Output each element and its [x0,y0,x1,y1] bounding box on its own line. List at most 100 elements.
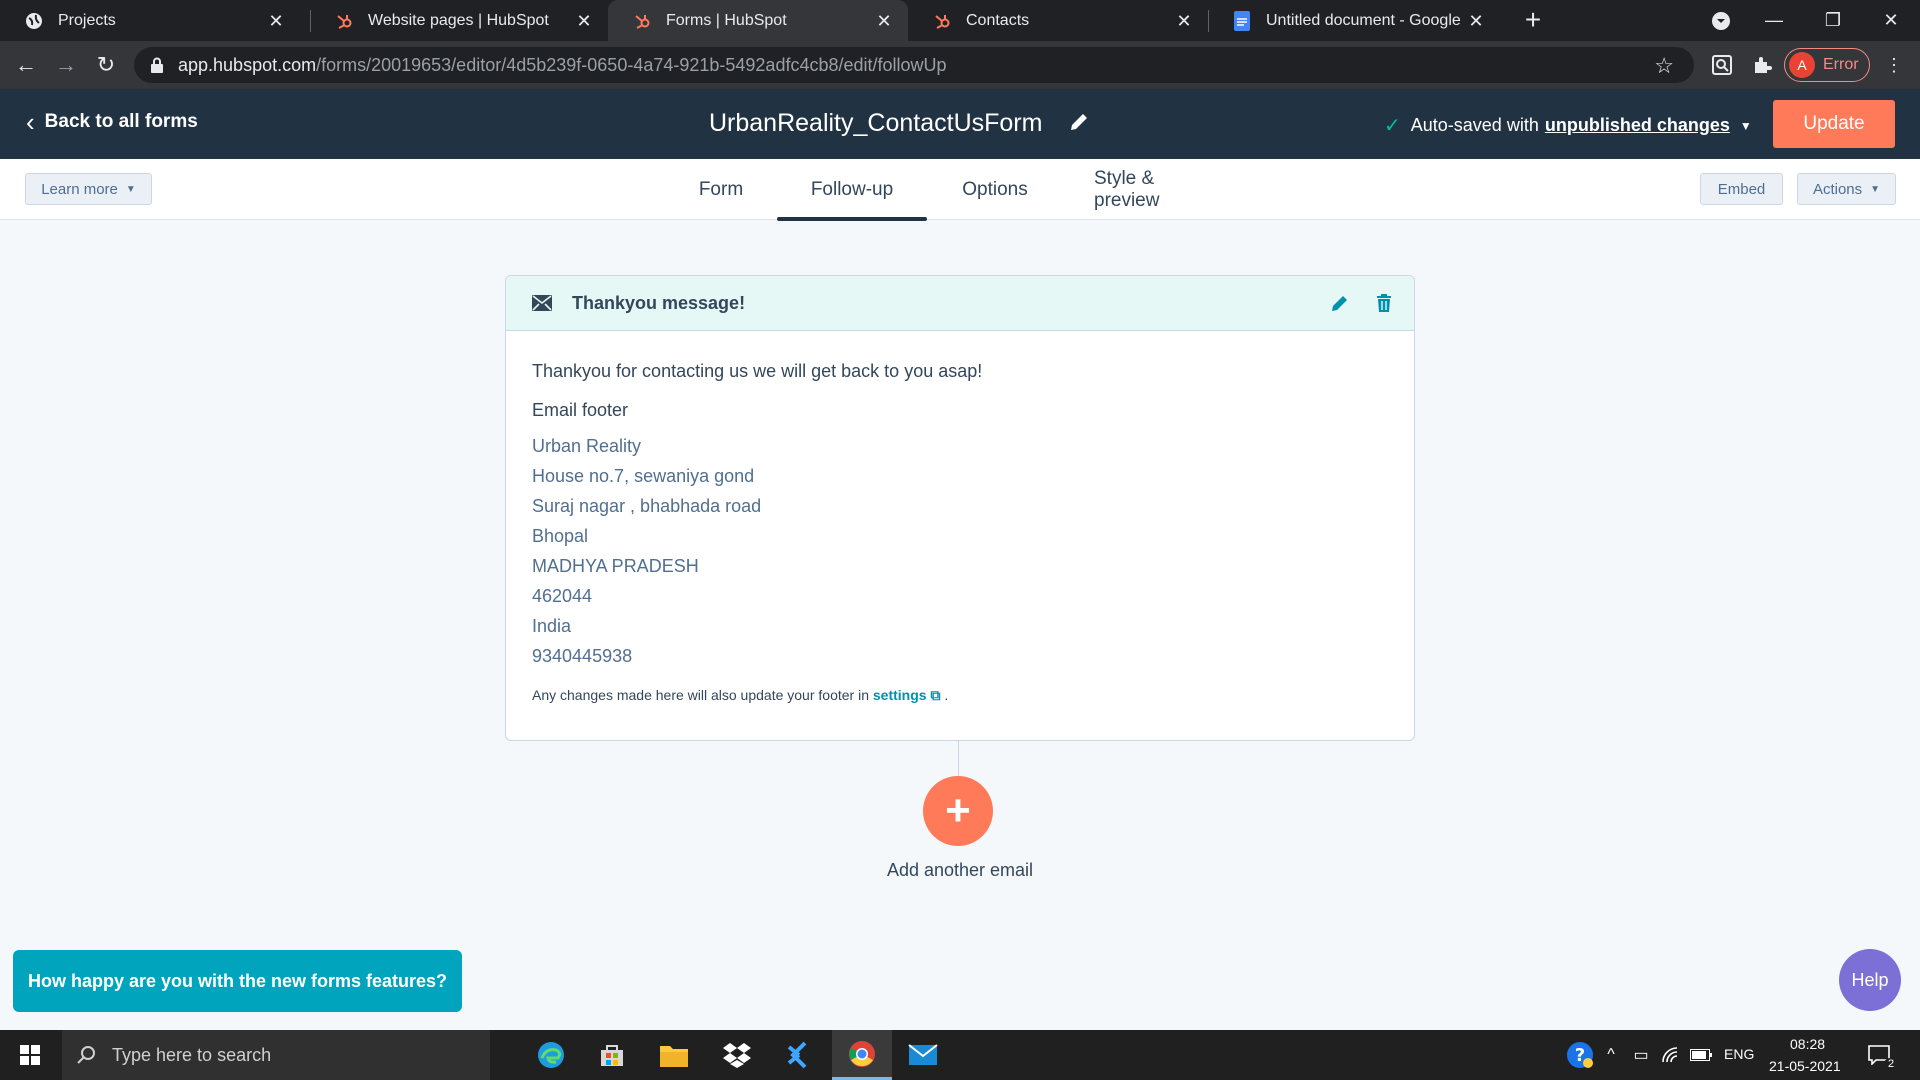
browser-tab-contacts[interactable]: Contacts ✕ [908,0,1208,41]
footer-line: 9340445938 [532,646,633,666]
plus-icon: + [945,786,971,835]
puzzle-extensions-icon[interactable] [1748,51,1776,79]
microsoft-store-icon[interactable] [582,1030,642,1080]
profile-button[interactable]: A Error [1784,48,1870,82]
close-icon[interactable]: ✕ [1174,11,1194,31]
form-editor-header: ‹ Back to all forms UrbanReality_Contact… [0,89,1920,159]
add-another-email-label[interactable]: Add another email [858,860,1062,881]
email-footer-heading: Email footer [532,400,629,420]
learn-more-dropdown[interactable]: Learn more ▼ [25,173,152,205]
hubspot-icon [632,11,652,31]
address-bar[interactable]: app.hubspot.com/forms/20019653/editor/4d… [134,47,1694,83]
chevron-left-icon: ‹ [26,107,35,137]
help-tips-icon[interactable]: ? [1565,1040,1595,1070]
restore-icon[interactable]: ❐ [1808,0,1858,41]
close-icon[interactable]: ✕ [266,11,286,31]
caret-down-icon: ▼ [125,183,136,195]
wifi-icon[interactable] [1660,1044,1682,1066]
device-icon[interactable]: ▭ [1630,1044,1652,1066]
close-icon[interactable]: ✕ [1466,11,1486,31]
unpublished-changes-link[interactable]: unpublished changes [1545,115,1730,136]
browser-tabstrip: Projects ✕ Website pages | HubSpot ✕ For… [0,0,1920,41]
autosave-status[interactable]: ✓ Auto-saved with unpublished changes ▼ [1384,113,1752,138]
autosave-prefix: Auto-saved with [1410,115,1539,135]
windows-start-icon[interactable] [0,1030,60,1080]
url-path: /forms/20019653/editor/4d5b239f-0650-4a7… [316,54,947,75]
email-card-header: Thankyou message! [506,276,1414,331]
file-explorer-icon[interactable] [644,1030,704,1080]
bookmark-star-icon[interactable]: ☆ [1654,53,1674,79]
embed-button[interactable]: Embed [1700,173,1783,205]
battery-icon[interactable] [1690,1044,1712,1066]
follow-up-email-card: Thankyou message! Thankyou for contactin… [505,275,1415,741]
clock-date[interactable]: 21-05-2021 [1769,1058,1841,1074]
browser-tab-google-doc[interactable]: Untitled document - Google Doc ✕ [1208,0,1500,41]
visual-studio-code-icon[interactable] [768,1030,828,1080]
close-window-icon[interactable]: ✕ [1866,0,1916,41]
hubspot-icon [932,11,952,31]
browser-tab-website-pages[interactable]: Website pages | HubSpot ✕ [310,0,608,41]
tab-title: Untitled document - Google Doc [1266,11,1466,29]
feedback-survey-button[interactable]: How happy are you with the new forms fea… [13,950,462,1012]
help-button[interactable]: Help [1839,949,1901,1011]
footer-line: Bhopal [532,526,589,546]
tab-follow-up[interactable]: Follow-up [777,159,927,221]
settings-link[interactable]: settings ⧉ [873,687,941,703]
google-docs-icon [1232,10,1252,31]
menu-kebab-icon[interactable]: ⋮ [1880,51,1908,79]
trash-icon[interactable] [1374,293,1394,313]
taskbar-search[interactable]: Type here to search [62,1030,490,1080]
tab-search-icon[interactable] [1696,0,1746,41]
new-tab-button[interactable]: + [1518,6,1548,36]
dropbox-icon[interactable] [707,1030,767,1080]
footer-line: 462044 [532,586,593,606]
tab-form[interactable]: Form [690,159,752,220]
chrome-browser-icon[interactable] [832,1030,892,1080]
external-link-icon: ⧉ [930,687,941,703]
hubspot-icon [334,11,354,31]
edit-pencil-icon[interactable] [1330,293,1350,313]
footer-line: MADHYA PRADESH [532,556,699,576]
tab-style-preview[interactable]: Style & preview [1094,159,1224,220]
reload-icon[interactable]: ↻ [90,49,122,81]
footer-line: India [532,616,572,636]
footer-line: Suraj nagar , bhabhada road [532,496,762,516]
tab-title: Projects [58,11,116,29]
profile-status: Error [1823,56,1859,73]
minimize-icon[interactable]: — [1749,0,1799,41]
email-message: Thankyou for contacting us we will get b… [532,361,983,381]
close-icon[interactable]: ✕ [574,11,594,31]
tab-options[interactable]: Options [955,159,1035,220]
actions-dropdown[interactable]: Actions ▼ [1797,173,1896,205]
note-suffix: . [944,687,949,703]
edge-browser-icon[interactable] [521,1030,581,1080]
chevron-up-icon[interactable]: ^ [1600,1044,1622,1066]
settings-link-label: settings [872,687,927,703]
footer-settings-note: Any changes made here will also update y… [532,687,1388,704]
editor-tabbar: Learn more ▼ Form Follow-up Options Styl… [0,159,1920,221]
mail-app-icon[interactable] [893,1030,953,1080]
email-card-body: Thankyou for contacting us we will get b… [506,331,1414,734]
email-title: Thankyou message! [572,292,746,313]
back-to-forms-link[interactable]: ‹ Back to all forms [26,107,198,137]
browser-toolbar: ← → ↻ app.hubspot.com/forms/20019653/edi… [0,41,1920,89]
language-indicator[interactable]: ENG [1724,1046,1754,1062]
browser-tab-forms[interactable]: Forms | HubSpot ✕ [608,0,908,41]
avatar: A [1789,52,1815,78]
tab-title: Forms | HubSpot [666,11,787,29]
form-title: UrbanReality_ContactUsForm [709,109,1043,137]
update-button[interactable]: Update [1773,100,1895,148]
add-email-button[interactable]: + [923,776,993,846]
search-icon [77,1046,95,1064]
lens-extension-icon[interactable] [1708,51,1736,79]
browser-tab-projects[interactable]: Projects ✕ [0,0,300,41]
clock-time[interactable]: 08:28 [1790,1036,1825,1052]
learn-more-label: Learn more [41,180,118,198]
note-prefix: Any changes made here will also update y… [532,687,869,703]
pencil-icon[interactable] [1068,111,1090,133]
caret-down-icon: ▼ [1870,183,1881,195]
back-arrow-icon[interactable]: ← [10,49,42,81]
actions-label: Actions [1812,180,1863,198]
forward-arrow-icon[interactable]: → [50,49,82,81]
close-icon[interactable]: ✕ [874,11,894,31]
